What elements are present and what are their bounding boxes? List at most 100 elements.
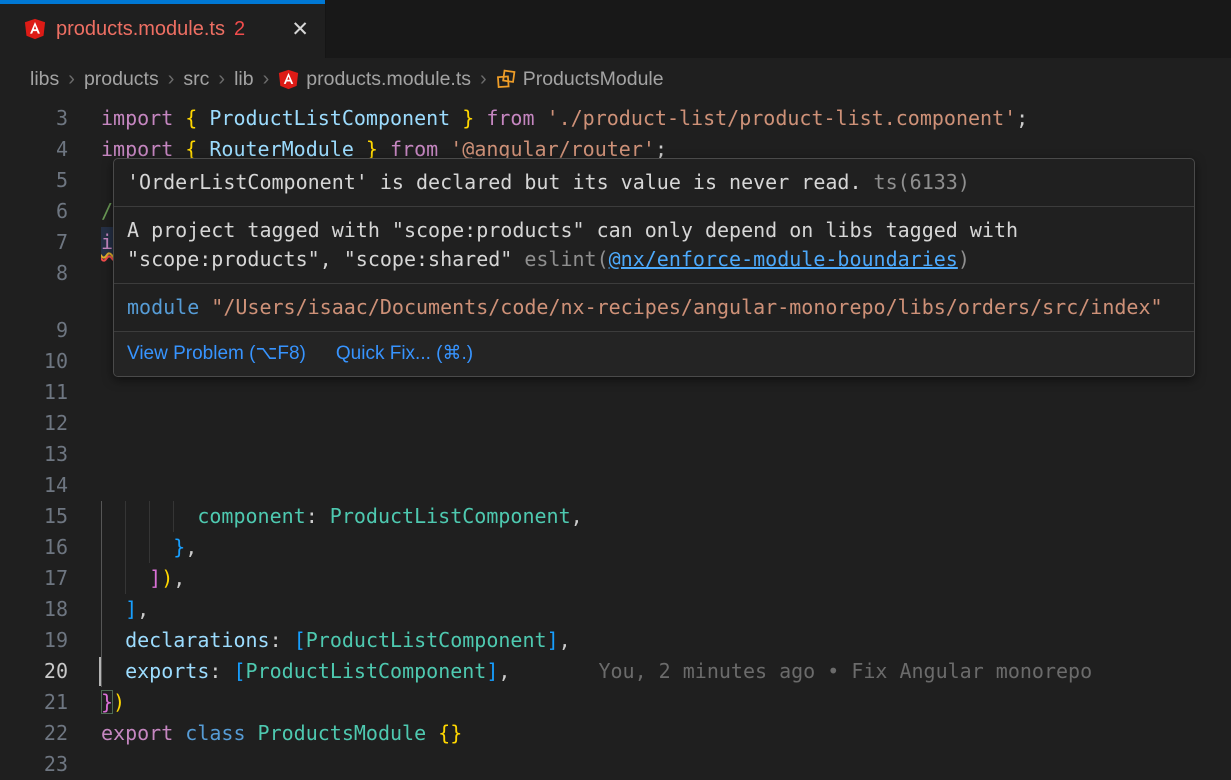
view-problem-button[interactable]: View Problem (⌥F8) xyxy=(127,341,306,367)
code-line-content[interactable]: exports: [ProductListComponent],You, 2 m… xyxy=(101,656,1092,687)
code-line-content[interactable]: ], xyxy=(101,594,149,625)
hover-message: 'OrderListComponent' is declared but its… xyxy=(114,159,1194,207)
code-line-content[interactable]: }) xyxy=(101,687,125,718)
line-number[interactable]: 22 xyxy=(0,718,68,749)
line-number[interactable]: 12 xyxy=(0,408,68,439)
line-number[interactable]: 17 xyxy=(0,563,68,594)
syntax-token: ] xyxy=(486,659,498,683)
syntax-token xyxy=(101,535,173,559)
line-number[interactable]: 15 xyxy=(0,501,68,532)
breadcrumb-item-products-module-ts[interactable]: products.module.ts xyxy=(278,68,471,91)
code-line-content[interactable]: ]), xyxy=(101,563,185,594)
line-number[interactable]: 8 xyxy=(0,258,68,289)
line-number[interactable]: 11 xyxy=(0,377,68,408)
eslint-rule-link[interactable]: @nx/enforce-module-boundaries xyxy=(609,247,958,271)
indent-guide xyxy=(149,532,150,563)
syntax-token: : xyxy=(209,659,233,683)
syntax-token: ProductListComponent xyxy=(209,106,450,130)
code-line-content[interactable]: component: ProductListComponent, xyxy=(101,501,583,532)
line-number[interactable]: 7 xyxy=(0,227,68,258)
hover-message-text: eslint( xyxy=(512,247,608,271)
indent-guide xyxy=(173,501,174,532)
quick-fix-button[interactable]: Quick Fix... (⌘.) xyxy=(336,341,473,367)
code-line: 14 xyxy=(0,470,1231,501)
breadcrumb-label: lib xyxy=(234,68,254,91)
code-line: 11 xyxy=(0,377,1231,408)
code-line-content[interactable]: import { ProductListComponent } from './… xyxy=(101,103,1028,134)
syntax-token: ] xyxy=(547,628,559,652)
code-line: 3 import { ProductListComponent } from '.… xyxy=(0,103,1231,134)
breadcrumb-label: libs xyxy=(30,68,59,91)
line-number[interactable]: 14 xyxy=(0,470,68,501)
indent-guide xyxy=(125,563,126,594)
line-number[interactable]: 5 xyxy=(0,165,68,196)
hover-message: A project tagged with "scope:products" c… xyxy=(114,207,1194,284)
breadcrumb-label: products xyxy=(84,68,159,91)
line-number[interactable]: 20 xyxy=(0,656,68,687)
breadcrumb-item-lib[interactable]: lib xyxy=(234,68,254,91)
code-line: 21}) xyxy=(0,687,1231,718)
indent-guide xyxy=(101,532,102,563)
code-line: 20 exports: [ProductListComponent],You, … xyxy=(0,656,1231,687)
syntax-token: } xyxy=(173,535,185,559)
line-number[interactable]: 6 xyxy=(0,196,68,227)
breadcrumb-item-productsmodule[interactable]: ProductsModule xyxy=(496,68,664,91)
close-icon[interactable]: ✕ xyxy=(289,17,311,42)
hover-action-bar: View Problem (⌥F8) Quick Fix... (⌘.) xyxy=(114,332,1194,376)
code-line-content[interactable]: }, xyxy=(101,532,197,563)
line-number[interactable]: 19 xyxy=(0,625,68,656)
breadcrumb-item-products[interactable]: products xyxy=(84,68,159,91)
hover-message-text: ts(6133) xyxy=(862,170,970,194)
breadcrumb-label: src xyxy=(183,68,209,91)
code-line: 17 ]), xyxy=(0,563,1231,594)
breadcrumb-separator: › xyxy=(168,68,175,91)
tab-bar: products.module.ts 2 ✕ xyxy=(0,0,1231,58)
line-number[interactable]: 3 xyxy=(0,103,68,134)
syntax-token: ProductListComponent xyxy=(246,659,487,683)
vscode-window: products.module.ts 2 ✕ libs › products › src… xyxy=(0,0,1231,780)
breadcrumb-item-libs[interactable]: libs xyxy=(30,68,59,91)
class-symbol-icon xyxy=(496,69,516,89)
code-line: 15 component: ProductListComponent, xyxy=(0,501,1231,532)
syntax-token: } xyxy=(450,106,486,130)
indent-guide xyxy=(101,625,102,656)
text-cursor xyxy=(99,657,101,686)
breadcrumb-separator: › xyxy=(263,68,270,91)
line-number[interactable]: 18 xyxy=(0,594,68,625)
line-number[interactable]: 4 xyxy=(0,134,68,165)
code-line: 16 }, xyxy=(0,532,1231,563)
line-number[interactable]: 13 xyxy=(0,439,68,470)
code-line: 12 xyxy=(0,408,1231,439)
syntax-token: , xyxy=(571,504,583,528)
syntax-token: ) xyxy=(113,690,125,714)
breadcrumb-item-src[interactable]: src xyxy=(183,68,209,91)
angular-logo-icon xyxy=(278,69,299,90)
code-line-content[interactable]: declarations: [ProductListComponent], xyxy=(101,625,571,656)
syntax-token: class xyxy=(185,721,257,745)
line-number[interactable]: 9 xyxy=(0,315,68,346)
syntax-token: , xyxy=(173,566,185,590)
syntax-token: ProductListComponent xyxy=(330,504,571,528)
code-line: 13 xyxy=(0,439,1231,470)
syntax-token xyxy=(101,628,125,652)
tab-products-module[interactable]: products.module.ts 2 ✕ xyxy=(0,0,326,58)
syntax-token: , xyxy=(498,659,510,683)
syntax-token: , xyxy=(137,597,149,621)
line-number[interactable]: 10 xyxy=(0,346,68,377)
syntax-token xyxy=(101,659,125,683)
indent-guide xyxy=(149,501,150,532)
syntax-token: : xyxy=(306,504,330,528)
syntax-token xyxy=(101,597,125,621)
code-line-content[interactable]: export class ProductsModule {} xyxy=(101,718,462,749)
syntax-token: './product-list/product-list.component' xyxy=(547,106,1017,130)
indent-guide xyxy=(125,532,126,563)
syntax-token: [ xyxy=(233,659,245,683)
syntax-token: import xyxy=(101,106,185,130)
line-number[interactable]: 16 xyxy=(0,532,68,563)
line-number[interactable]: 21 xyxy=(0,687,68,718)
line-number[interactable]: 23 xyxy=(0,749,68,780)
hover-message-text: ) xyxy=(958,247,970,271)
breadcrumb-label: ProductsModule xyxy=(523,68,664,91)
syntax-token: , xyxy=(185,535,197,559)
hover-message-text: 'OrderListComponent' is declared but its… xyxy=(127,170,862,194)
